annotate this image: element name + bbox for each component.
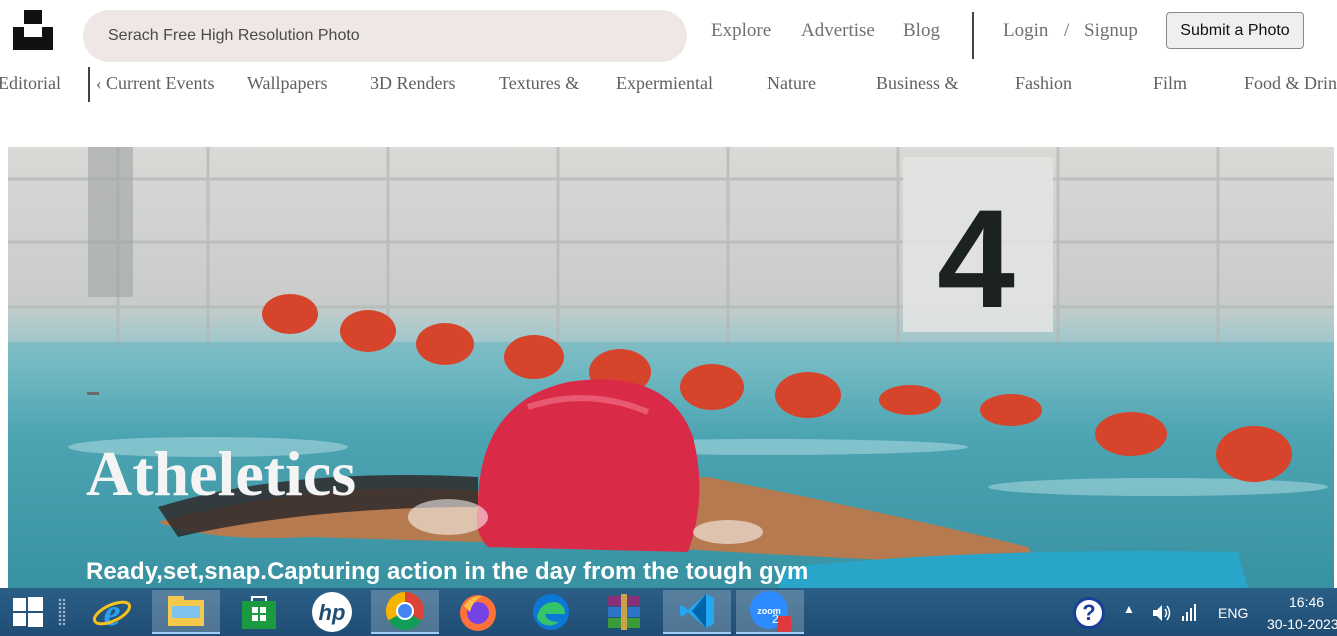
- category-editorial[interactable]: Editorial: [0, 73, 61, 94]
- hero-banner[interactable]: 4 Atheletics Ready,set,snap.Capturing ac…: [8, 147, 1334, 588]
- category-experimental[interactable]: Expermiental: [616, 73, 713, 94]
- search-input[interactable]: Serach Free High Resolution Photo: [83, 10, 687, 62]
- hero-subtitle: Ready,set,snap.Capturing action in the d…: [86, 558, 809, 585]
- edge-icon[interactable]: [517, 590, 585, 634]
- svg-text:e: e: [104, 592, 121, 632]
- signup-link[interactable]: Signup: [1084, 20, 1138, 42]
- winrar-icon[interactable]: [590, 590, 658, 634]
- search-placeholder: Serach Free High Resolution Photo: [108, 27, 360, 44]
- speaker-icon[interactable]: [1151, 603, 1173, 623]
- header-divider: [972, 12, 974, 59]
- hero-slide-indicator[interactable]: [87, 392, 99, 395]
- internet-explorer-icon[interactable]: e: [78, 590, 146, 634]
- nav-advertise-link[interactable]: Advertise: [801, 20, 875, 42]
- zoom-badge-count: 2: [772, 612, 779, 626]
- category-business[interactable]: Business &: [876, 73, 959, 94]
- clock-date[interactable]: 30-10-2023: [1267, 616, 1337, 632]
- category-film[interactable]: Film: [1153, 73, 1187, 94]
- category-fashion[interactable]: Fashion: [1015, 73, 1072, 94]
- firefox-icon[interactable]: [444, 590, 512, 634]
- category-wallpapers[interactable]: Wallpapers: [247, 73, 328, 94]
- language-indicator[interactable]: ENG: [1218, 605, 1248, 621]
- clock-time[interactable]: 16:46: [1289, 594, 1324, 610]
- login-link[interactable]: Login: [1003, 20, 1048, 42]
- windows-start-icon[interactable]: [0, 590, 56, 634]
- zoom-icon[interactable]: zoom: [736, 590, 804, 634]
- help-icon[interactable]: ?: [1073, 597, 1105, 629]
- microsoft-store-icon[interactable]: [225, 590, 293, 634]
- category-divider: [88, 67, 90, 102]
- chrome-icon[interactable]: [371, 590, 439, 634]
- file-explorer-icon[interactable]: [152, 590, 220, 634]
- network-signal-icon[interactable]: [1182, 603, 1198, 621]
- category-3d-renders[interactable]: 3D Renders: [370, 73, 455, 94]
- category-nature[interactable]: Nature: [767, 73, 816, 94]
- nav-blog-link[interactable]: Blog: [903, 20, 940, 42]
- category-textures[interactable]: Textures &: [499, 73, 579, 94]
- hero-title: Atheletics: [86, 438, 357, 509]
- vscode-icon[interactable]: [663, 590, 731, 634]
- swimmer-photo: 4: [8, 147, 1334, 588]
- svg-text:hp: hp: [319, 600, 346, 625]
- search-dots-icon[interactable]: [58, 598, 66, 626]
- chevron-left-icon[interactable]: ‹: [96, 74, 102, 94]
- windows-taskbar: e hp zoom 2 ? ▲ ENG 16:46 30-10-2023: [0, 588, 1337, 636]
- nav-explore-link[interactable]: Explore: [711, 20, 771, 42]
- hp-icon[interactable]: hp: [298, 590, 366, 634]
- unsplash-logo-icon[interactable]: [13, 10, 53, 50]
- category-food-drink[interactable]: Food & Drin: [1244, 73, 1337, 94]
- lane-number: 4: [937, 180, 1015, 337]
- chevron-up-icon[interactable]: ▲: [1123, 602, 1135, 616]
- submit-photo-button[interactable]: Submit a Photo: [1166, 12, 1304, 49]
- category-current-events[interactable]: Current Events: [106, 73, 214, 94]
- login-signup-separator: /: [1064, 20, 1070, 41]
